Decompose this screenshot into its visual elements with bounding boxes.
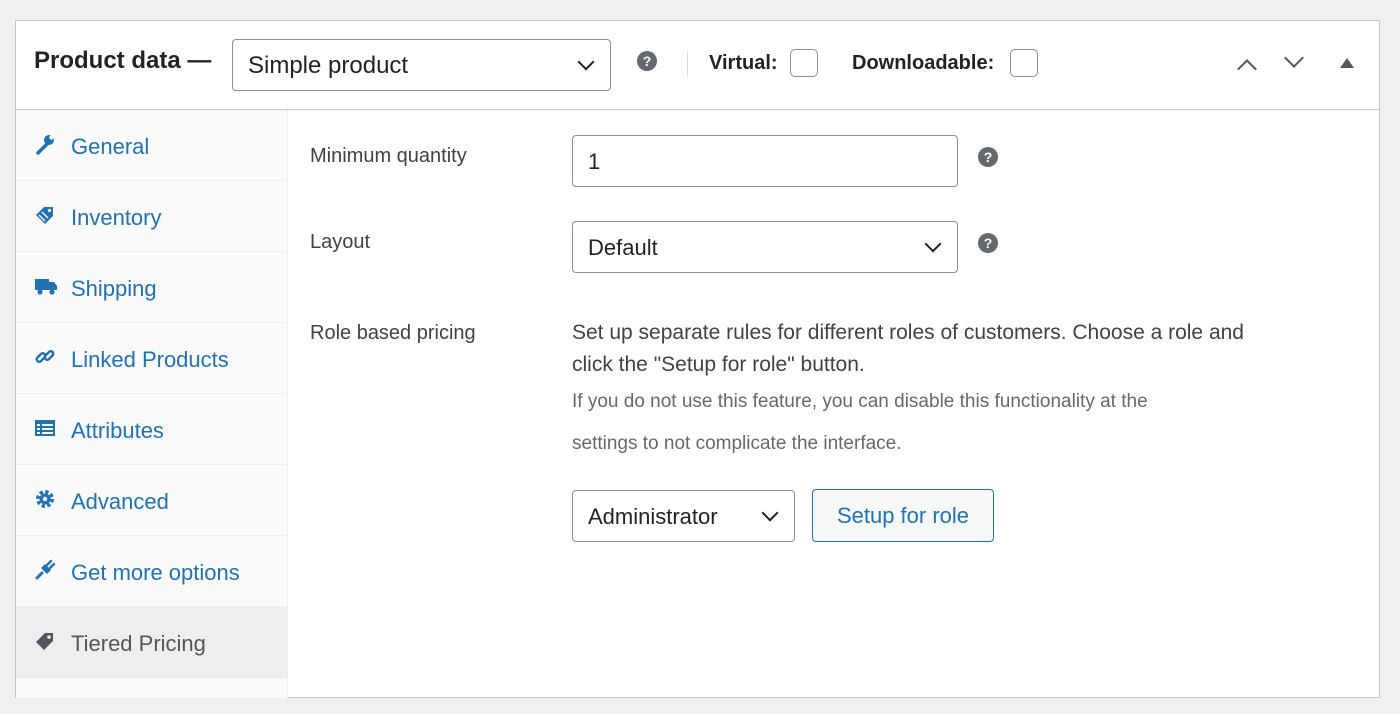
tab-inventory[interactable]: Inventory [16, 181, 288, 252]
setup-for-role-button[interactable]: Setup for role [812, 489, 994, 542]
tab-label: Get more options [71, 560, 240, 585]
role-pricing-description-cont: click the "Setup for role" button. [572, 353, 865, 376]
tab-linked-products[interactable]: Linked Products [16, 323, 288, 394]
tab-get-more-options[interactable]: Get more options [16, 536, 288, 607]
move-down-button[interactable] [1278, 48, 1310, 81]
tab-shipping[interactable]: Shipping [16, 252, 288, 323]
help-icon[interactable]: ? [978, 147, 998, 167]
list-icon [34, 417, 56, 439]
chevron-down-icon [577, 53, 595, 71]
role-pricing-note: If you do not use this feature, you can … [572, 391, 1148, 412]
gear-icon [34, 488, 56, 510]
downloadable-label: Downloadable: [852, 52, 995, 74]
chevron-down-icon [761, 504, 779, 522]
layout-label: Layout [310, 231, 371, 253]
role-select[interactable]: Administrator [572, 490, 795, 542]
product-type-value: Simple product [248, 52, 409, 79]
chevron-down-icon [924, 235, 942, 253]
link-icon [34, 346, 56, 368]
header-divider [687, 51, 688, 77]
help-icon[interactable]: ? [637, 51, 657, 71]
panel-title: Product data — [34, 47, 212, 74]
role-select-value: Administrator [588, 504, 718, 529]
truck-icon [34, 275, 57, 297]
min-qty-value: 1 [588, 149, 601, 174]
tab-advanced[interactable]: Advanced [16, 465, 288, 536]
move-up-button[interactable] [1231, 55, 1263, 81]
min-qty-input[interactable]: 1 [572, 135, 958, 187]
tab-tiered-pricing[interactable]: Tiered Pricing [16, 607, 288, 678]
tab-label: Attributes [71, 418, 164, 443]
min-qty-label: Minimum quantity [310, 145, 467, 167]
virtual-checkbox[interactable] [790, 49, 818, 77]
product-data-panel: Product data — Simple product ? Virtual:… [15, 20, 1380, 698]
downloadable-checkbox[interactable] [1010, 49, 1038, 77]
tab-label: Inventory [71, 205, 162, 230]
tab-label: Tiered Pricing [71, 631, 206, 656]
virtual-label: Virtual: [709, 52, 778, 74]
wrench-icon [34, 133, 56, 155]
chevron-up-icon [1237, 59, 1257, 79]
plugin-icon [34, 559, 56, 581]
role-pricing-description: Set up separate rules for different role… [572, 321, 1244, 344]
tag-icon [34, 204, 56, 226]
layout-value: Default [588, 235, 658, 260]
price-tag-icon [34, 630, 56, 652]
tab-label: General [71, 134, 150, 159]
product-type-select[interactable]: Simple product [232, 39, 611, 91]
layout-select[interactable]: Default [572, 221, 958, 273]
tab-attributes[interactable]: Attributes [16, 394, 288, 465]
product-data-tabs: General Inventory Shipping Linked Produc… [16, 110, 288, 698]
tab-label: Linked Products [71, 347, 229, 372]
collapse-toggle-icon[interactable] [1340, 58, 1354, 68]
panel-header: Product data — Simple product ? Virtual:… [16, 21, 1379, 110]
role-pricing-note-cont: settings to not complicate the interface… [572, 433, 902, 454]
role-pricing-label: Role based pricing [310, 322, 476, 344]
tab-label: Shipping [71, 276, 157, 301]
tab-label: Advanced [71, 489, 169, 514]
chevron-down-icon [1284, 48, 1304, 68]
help-icon[interactable]: ? [978, 233, 998, 253]
tab-general[interactable]: General [16, 110, 288, 181]
